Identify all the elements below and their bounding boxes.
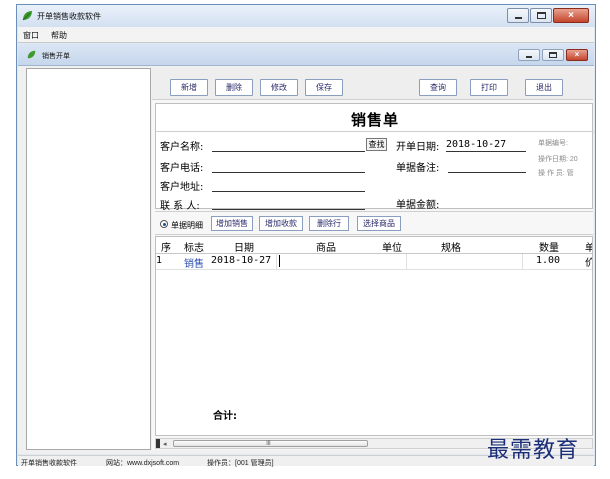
cell-divider [406, 254, 407, 269]
left-panel [26, 68, 151, 450]
open-date-value[interactable]: 2018-10-27 [446, 139, 506, 150]
col-price: 单价 [585, 239, 592, 269]
scroll-left-arrow-icon[interactable]: ◂ [163, 440, 167, 448]
doc-no-label: 单据编号: [538, 140, 568, 147]
delete-row-button[interactable]: 删除行 [309, 216, 349, 231]
child-leaf-icon [27, 50, 36, 59]
doc-title: 销售单 [350, 111, 399, 129]
phone-label: 客户电话: [160, 163, 204, 174]
cell-date: 2018-10-27 [211, 255, 272, 266]
mdi-area: 销售开单 × 新增 删除 修改 保存 查询 打印 退出 销售单 客户名称: 查找… [18, 44, 594, 454]
edit-button[interactable]: 修改 [260, 79, 298, 96]
op-date-label: 操作日期: 20 [538, 156, 578, 163]
find-button[interactable]: 查找 [366, 138, 387, 151]
cell-seq: 1 [156, 255, 163, 266]
close-icon: × [574, 50, 580, 59]
col-seq: 序 [161, 243, 171, 254]
status-operator: 操作员：[001 管理员] [207, 460, 274, 467]
col-product: 商品 [316, 243, 336, 254]
delete-button[interactable]: 删除 [215, 79, 253, 96]
new-button[interactable]: 新增 [170, 79, 208, 96]
scroll-corner [156, 439, 160, 448]
remark-input[interactable] [448, 172, 526, 173]
child-window-title: 销售开单 [42, 53, 70, 60]
open-date-label: 开单日期: [396, 142, 440, 153]
add-sale-button[interactable]: 增加销售 [211, 216, 253, 231]
customer-name-input[interactable] [212, 151, 365, 152]
detail-grid: 序 标志 日期 商品 单位 规格 数量 单价 1 销售 2018-10-27 1… [155, 236, 593, 436]
minimize-button[interactable] [507, 8, 529, 23]
text-cursor [279, 255, 280, 267]
col-spec: 规格 [441, 243, 461, 254]
divider [156, 131, 594, 132]
open-date-field[interactable] [446, 151, 526, 152]
toolbar: 新增 删除 修改 保存 查询 打印 退出 [152, 68, 593, 100]
app-leaf-icon [22, 11, 32, 21]
total-label: 合计: [213, 411, 237, 422]
cell-divider [276, 254, 277, 269]
col-date: 日期 [234, 243, 254, 254]
child-close-button[interactable]: × [566, 49, 588, 61]
phone-input[interactable] [212, 172, 365, 173]
menu-help[interactable]: 帮助 [51, 30, 67, 41]
title-bar: 开单销售收款软件 × [17, 5, 595, 27]
child-title-bar: 销售开单 × [18, 44, 594, 66]
main-window: 开单销售收款软件 × 窗口 帮助 销售开单 × 新增 删除 修改 保存 查询 打… [16, 4, 596, 467]
minimize-icon [526, 56, 532, 58]
address-input[interactable] [212, 191, 365, 192]
print-button[interactable]: 打印 [470, 79, 508, 96]
operator-label: 操 作 员: 管 [538, 170, 574, 177]
menu-window[interactable]: 窗口 [23, 30, 39, 41]
detail-radio-label: 单据明细 [171, 221, 203, 230]
window-title: 开单销售收款软件 [37, 12, 101, 21]
amount-label: 单据金额: [396, 200, 440, 211]
child-restore-button[interactable] [542, 49, 564, 61]
status-site: 网站：www.dxjsoft.com [106, 460, 180, 467]
exit-button[interactable]: 退出 [525, 79, 563, 96]
save-button[interactable]: 保存 [305, 79, 343, 96]
close-button[interactable]: × [553, 8, 589, 23]
customer-name-label: 客户名称: [160, 142, 204, 153]
sales-form: 新增 删除 修改 保存 查询 打印 退出 销售单 客户名称: 查找 开单日期: … [152, 68, 594, 450]
minimize-icon [515, 17, 522, 19]
status-app: 开单销售收款软件 [21, 460, 77, 467]
child-minimize-button[interactable] [518, 49, 540, 61]
detail-radio[interactable] [160, 220, 168, 228]
cell-qty: 1.00 [536, 255, 561, 266]
scroll-thumb[interactable]: Ⅲ [173, 440, 368, 447]
document-header: 销售单 客户名称: 查找 开单日期: 2018-10-27 单据编号: 客户电话… [155, 103, 594, 212]
cell-divider [522, 254, 523, 269]
col-unit: 单位 [382, 243, 402, 254]
menu-bar: 窗口 帮助 [18, 27, 594, 43]
cell-flag: 销售 [184, 259, 204, 270]
contact-label: 联 系 人: [160, 201, 200, 212]
address-label: 客户地址: [160, 182, 204, 193]
restore-icon [549, 52, 557, 58]
grid-header-line [156, 253, 592, 254]
detail-bar: 单据明细 增加销售 增加收款 删除行 选择商品 [155, 211, 593, 235]
grip-icon: Ⅲ [266, 440, 271, 447]
select-product-button[interactable]: 选择商品 [357, 216, 401, 231]
remark-label: 单据备注: [396, 163, 440, 174]
query-button[interactable]: 查询 [419, 79, 457, 96]
maximize-icon [537, 12, 546, 19]
close-icon: × [568, 10, 574, 21]
add-payment-button[interactable]: 增加收款 [259, 216, 303, 231]
contact-input[interactable] [212, 209, 365, 210]
col-qty: 数量 [539, 243, 559, 254]
maximize-button[interactable] [530, 8, 552, 23]
watermark-text: 最需教育 [487, 438, 580, 463]
row-divider [156, 269, 592, 270]
col-flag: 标志 [184, 243, 204, 254]
